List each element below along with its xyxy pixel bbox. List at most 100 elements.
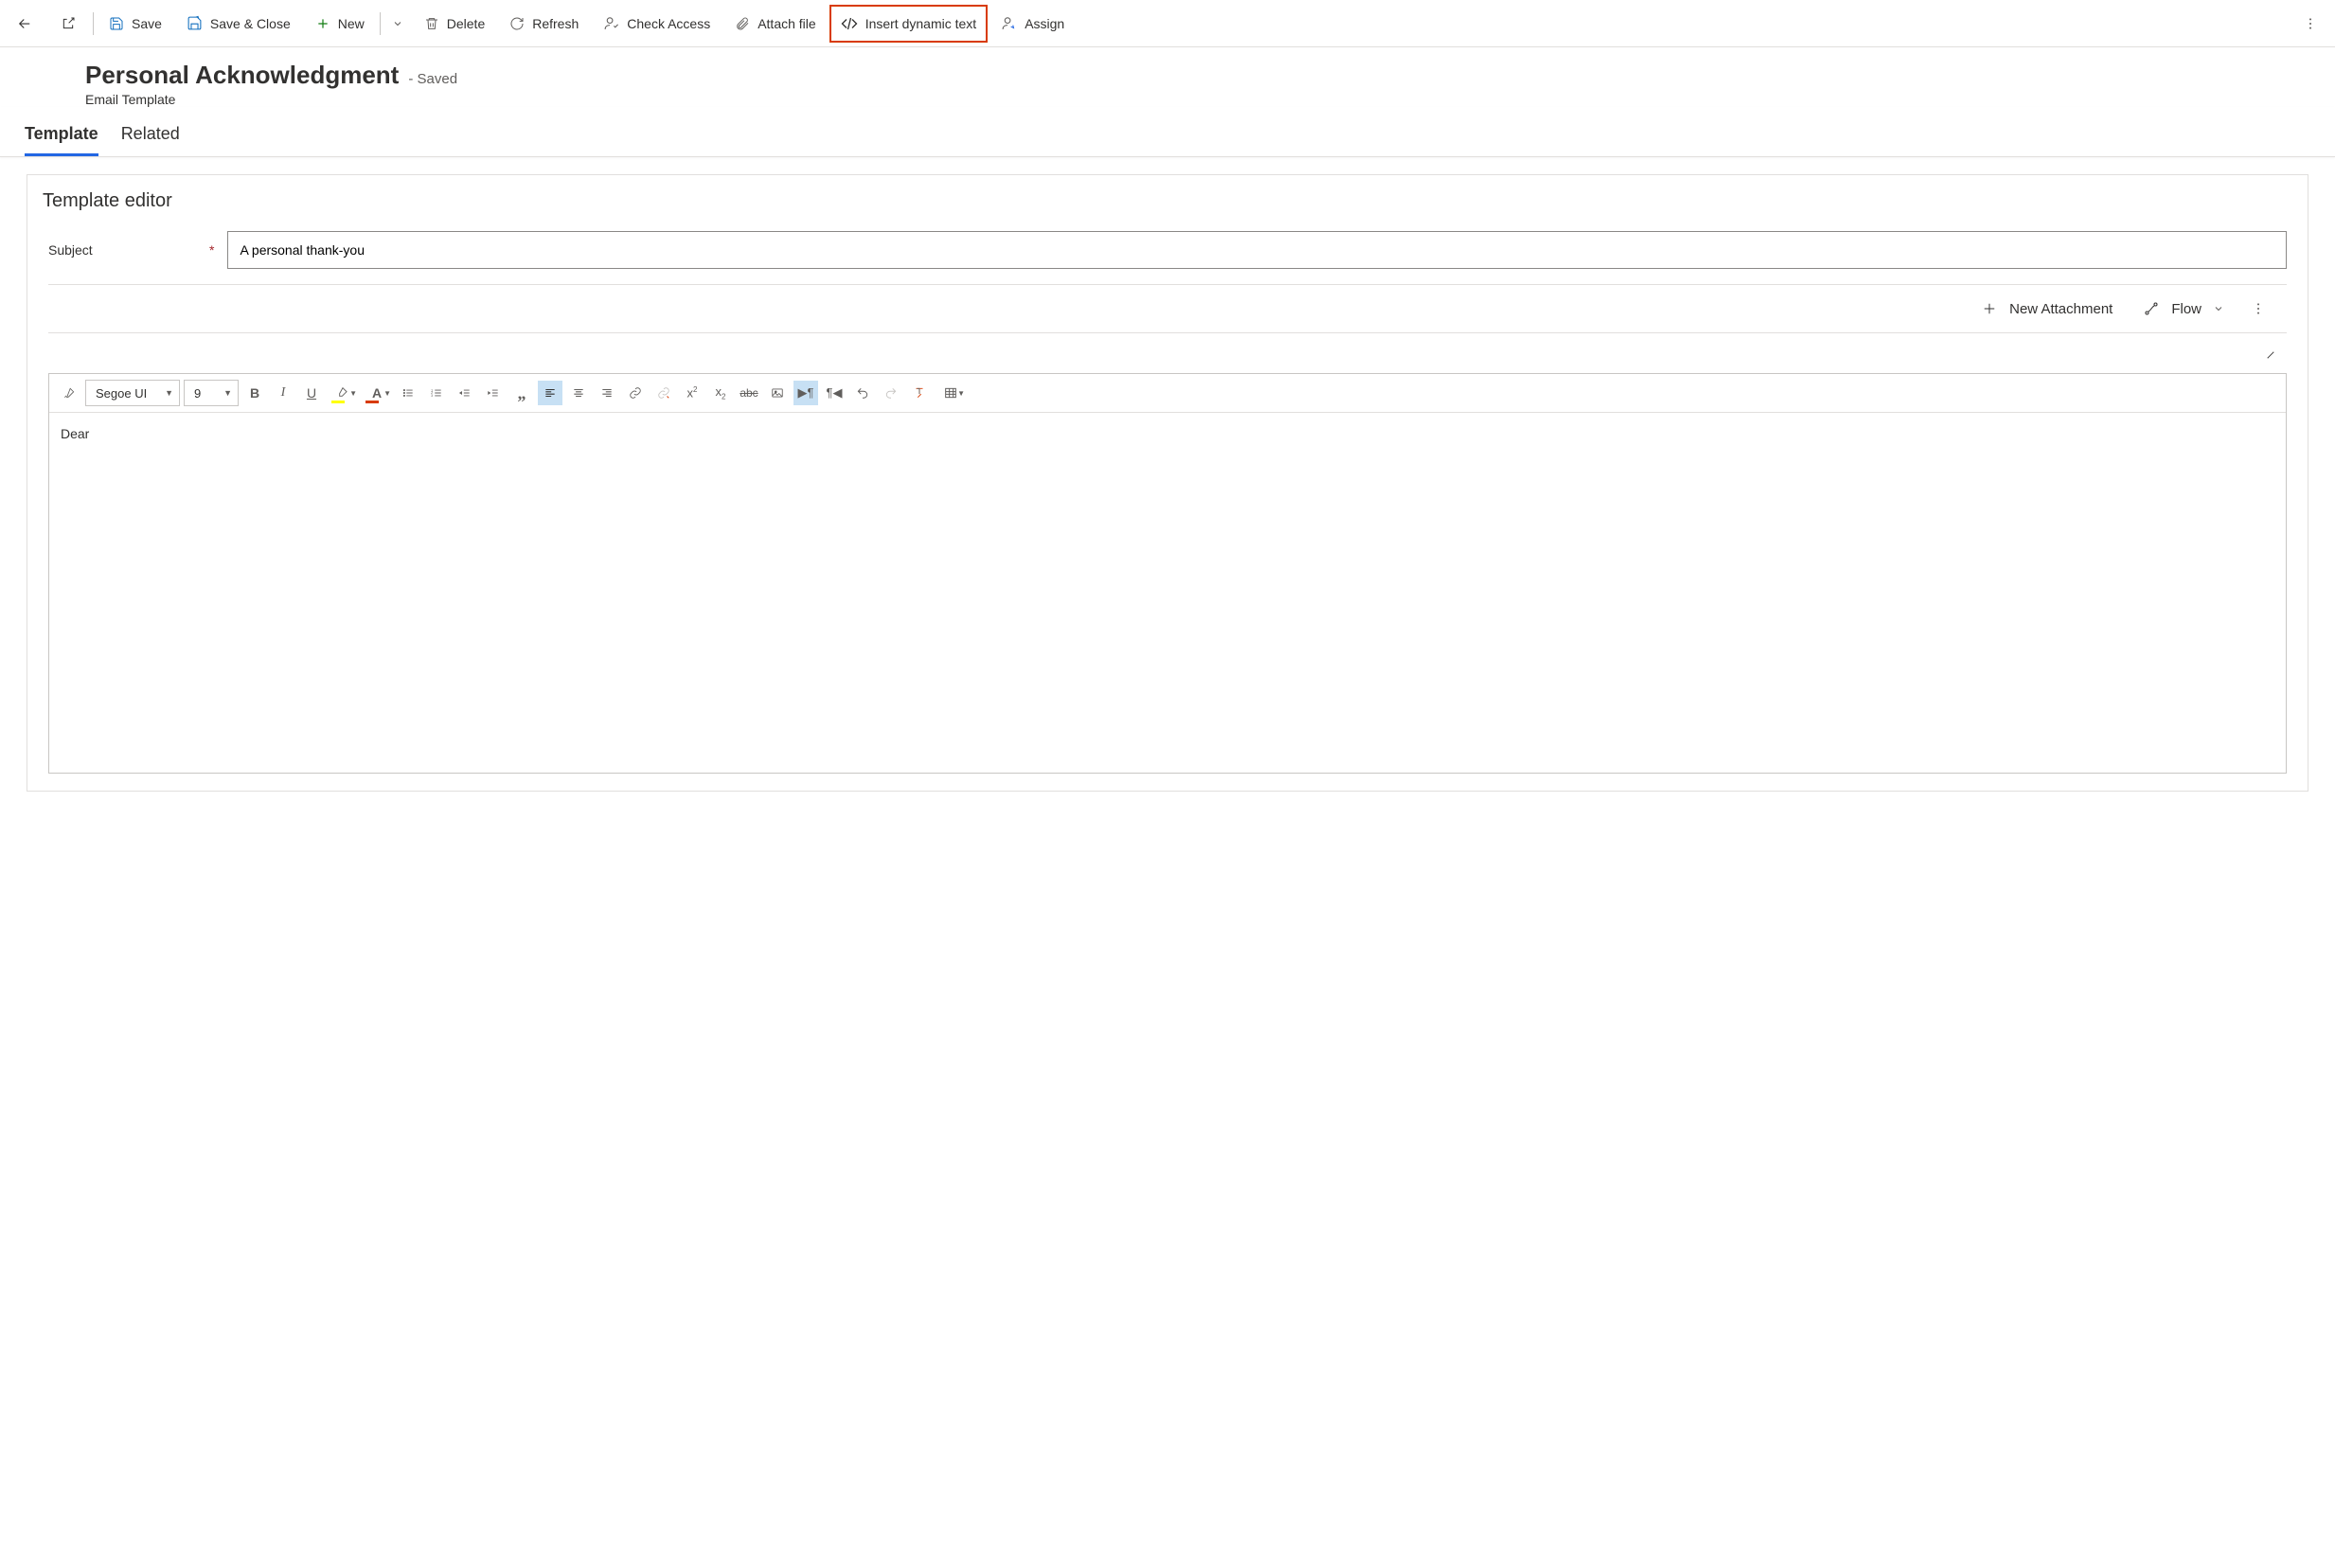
superscript-icon: x2 [687, 385, 698, 400]
font-family-select[interactable]: Segoe UI ▼ [85, 380, 180, 406]
subject-input[interactable] [227, 231, 2287, 269]
font-color-button[interactable]: A ▼ [362, 381, 392, 405]
format-painter-button[interactable] [57, 381, 81, 405]
popout-button[interactable] [47, 5, 89, 43]
align-right-button[interactable] [595, 381, 619, 405]
separator [380, 12, 381, 35]
align-left-button[interactable] [538, 381, 562, 405]
caret-down-icon: ▼ [165, 388, 173, 398]
form-header: Personal Acknowledgment - Saved Email Te… [0, 47, 2335, 107]
trash-icon [424, 16, 439, 31]
align-center-icon [572, 385, 585, 401]
expand-editor-button[interactable] [2258, 343, 2283, 367]
subscript-button[interactable]: x2 [708, 381, 733, 405]
outdent-icon [458, 385, 472, 401]
insert-image-button[interactable] [765, 381, 790, 405]
insert-link-button[interactable] [623, 381, 648, 405]
save-label: Save [132, 16, 162, 31]
required-indicator: * [209, 242, 214, 258]
new-attachment-button[interactable]: New Attachment [1977, 294, 2116, 323]
save-icon [109, 16, 124, 31]
flow-button[interactable]: Flow [2139, 294, 2228, 323]
bold-button[interactable]: B [242, 381, 267, 405]
blockquote-button[interactable]: „ [509, 381, 534, 405]
rtl-button[interactable]: ¶◀ [822, 381, 847, 405]
undo-button[interactable] [850, 381, 875, 405]
save-close-button[interactable]: Save & Close [175, 5, 302, 43]
clear-formatting-button[interactable] [907, 381, 932, 405]
outdent-button[interactable] [453, 381, 477, 405]
back-button[interactable] [4, 5, 45, 43]
caret-down-icon: ▼ [349, 389, 357, 398]
rte-toolbar: Segoe UI ▼ 9 ▼ B I U ▼ A ▼ [49, 374, 2286, 413]
plus-icon [315, 16, 330, 31]
bold-icon: B [250, 385, 259, 401]
attach-file-button[interactable]: Attach file [723, 5, 827, 43]
insert-table-button[interactable]: ▼ [936, 381, 966, 405]
italic-button[interactable]: I [271, 381, 295, 405]
strikethrough-button[interactable]: abc [737, 381, 761, 405]
more-vertical-icon [2303, 16, 2318, 31]
highlight-swatch [331, 401, 345, 403]
font-size-value: 9 [194, 386, 201, 401]
insert-dynamic-label: Insert dynamic text [865, 16, 977, 31]
page-title: Personal Acknowledgment [85, 61, 399, 90]
underline-button[interactable]: U [299, 381, 324, 405]
plus-icon [1981, 300, 1998, 317]
rte-body[interactable]: Dear [49, 413, 2286, 773]
new-dropdown-button[interactable] [384, 5, 411, 43]
numbered-list-button[interactable]: 123 [424, 381, 449, 405]
ltr-button[interactable]: ▶¶ [793, 381, 818, 405]
separator [93, 12, 94, 35]
arrow-left-icon [16, 15, 33, 32]
caret-down-icon: ▼ [957, 389, 965, 398]
chevron-down-icon [392, 18, 403, 29]
panel-title: Template editor [27, 187, 2308, 225]
tab-list: Template Related [0, 107, 2335, 157]
quote-icon: „ [518, 386, 526, 400]
link-icon [629, 385, 642, 401]
redo-icon [884, 385, 898, 401]
strikethrough-icon: abc [740, 386, 758, 400]
subject-field-row: Subject * [27, 225, 2308, 275]
align-center-button[interactable] [566, 381, 591, 405]
image-icon [771, 385, 784, 401]
superscript-button[interactable]: x2 [680, 381, 704, 405]
align-left-icon [544, 385, 557, 401]
remove-link-button[interactable] [651, 381, 676, 405]
insert-dynamic-text-button[interactable]: Insert dynamic text [829, 5, 989, 43]
font-size-select[interactable]: 9 ▼ [184, 380, 239, 406]
redo-button[interactable] [879, 381, 903, 405]
indent-button[interactable] [481, 381, 506, 405]
bullet-list-icon [401, 385, 415, 401]
assign-button[interactable]: Assign [989, 5, 1076, 43]
refresh-button[interactable]: Refresh [498, 5, 590, 43]
new-label: New [338, 16, 365, 31]
font-color-icon: A [372, 385, 382, 401]
save-button[interactable]: Save [98, 5, 173, 43]
underline-icon: U [307, 385, 316, 401]
new-button[interactable]: New [304, 5, 376, 43]
numbered-list-icon: 123 [430, 385, 443, 401]
svg-text:3: 3 [431, 394, 433, 398]
bullet-list-button[interactable] [396, 381, 420, 405]
overflow-button[interactable] [2290, 5, 2331, 43]
delete-button[interactable]: Delete [413, 5, 496, 43]
tab-template[interactable]: Template [25, 124, 98, 156]
tab-related[interactable]: Related [121, 124, 180, 156]
rich-text-editor: Segoe UI ▼ 9 ▼ B I U ▼ A ▼ [48, 373, 2287, 774]
rtl-icon: ¶◀ [827, 385, 843, 401]
attachment-overflow-button[interactable] [2251, 295, 2266, 322]
ltr-icon: ▶¶ [798, 385, 814, 401]
check-access-button[interactable]: Check Access [592, 5, 722, 43]
unlink-icon [657, 385, 670, 401]
caret-down-icon: ▼ [383, 389, 391, 398]
highlight-color-button[interactable]: ▼ [328, 381, 358, 405]
caret-down-icon: ▼ [223, 388, 232, 398]
code-icon [841, 15, 858, 32]
body-text: Dear [61, 426, 89, 441]
refresh-icon [509, 16, 525, 31]
assign-icon [1001, 15, 1017, 31]
refresh-label: Refresh [532, 16, 579, 31]
main-area: Template editor Subject * New Attachment… [0, 157, 2335, 818]
